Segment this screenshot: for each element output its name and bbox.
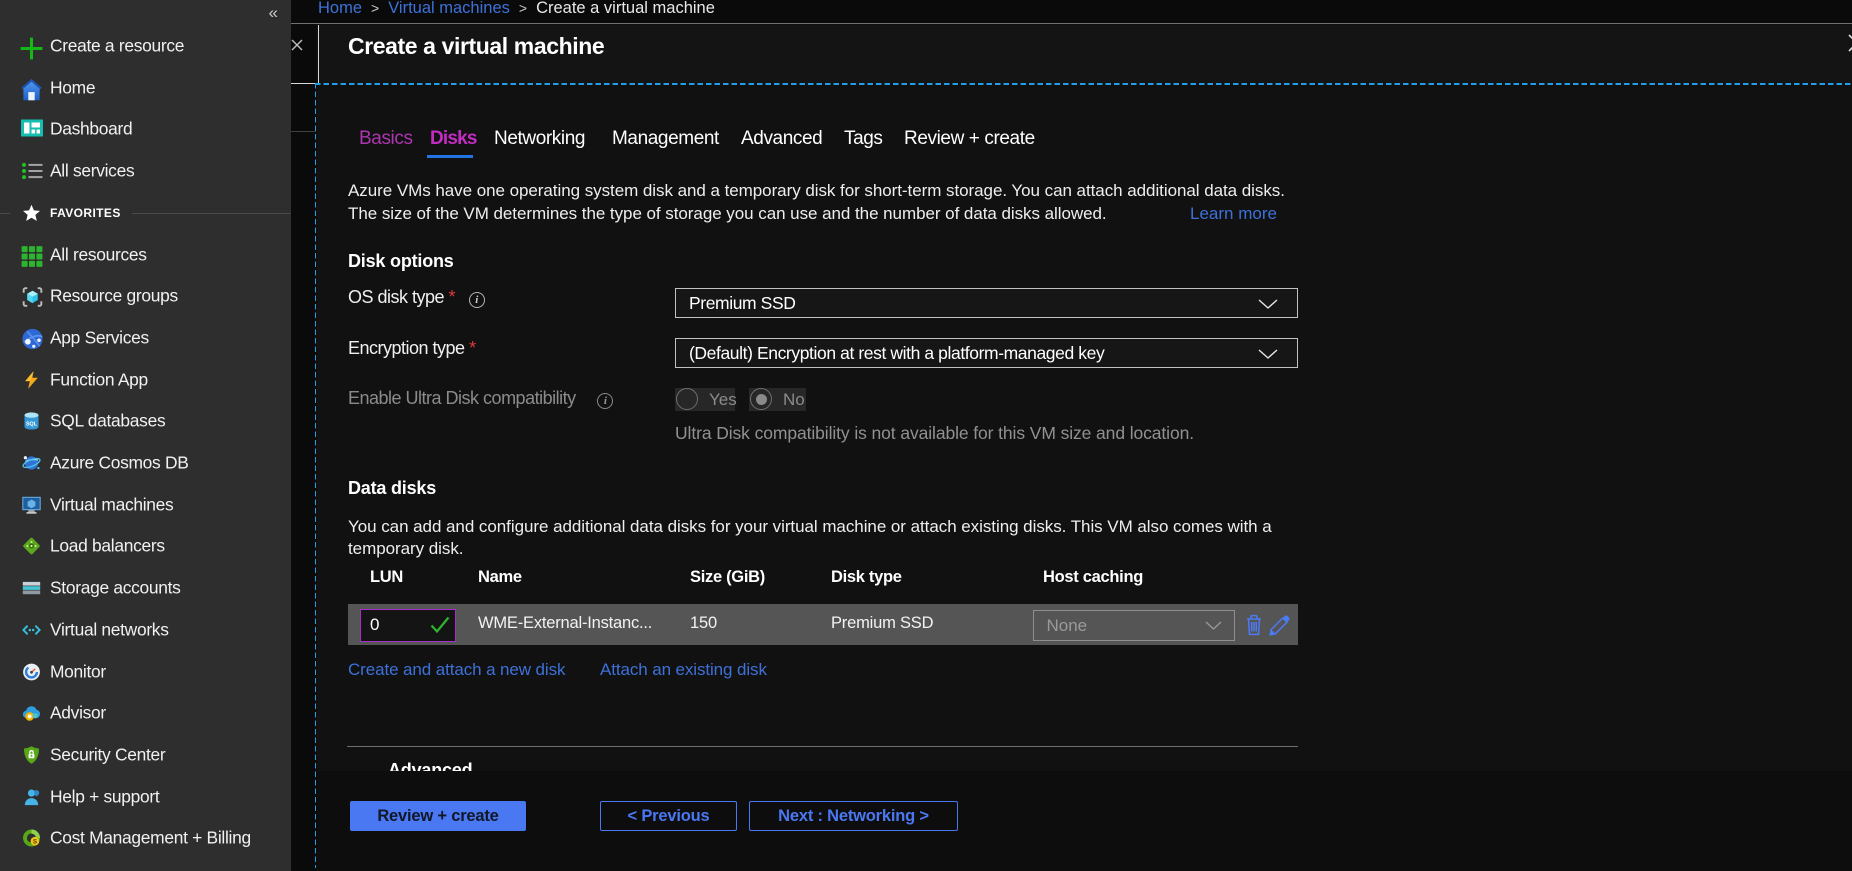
svg-text:S: S [33, 839, 37, 846]
svg-text:SQL: SQL [26, 422, 38, 428]
